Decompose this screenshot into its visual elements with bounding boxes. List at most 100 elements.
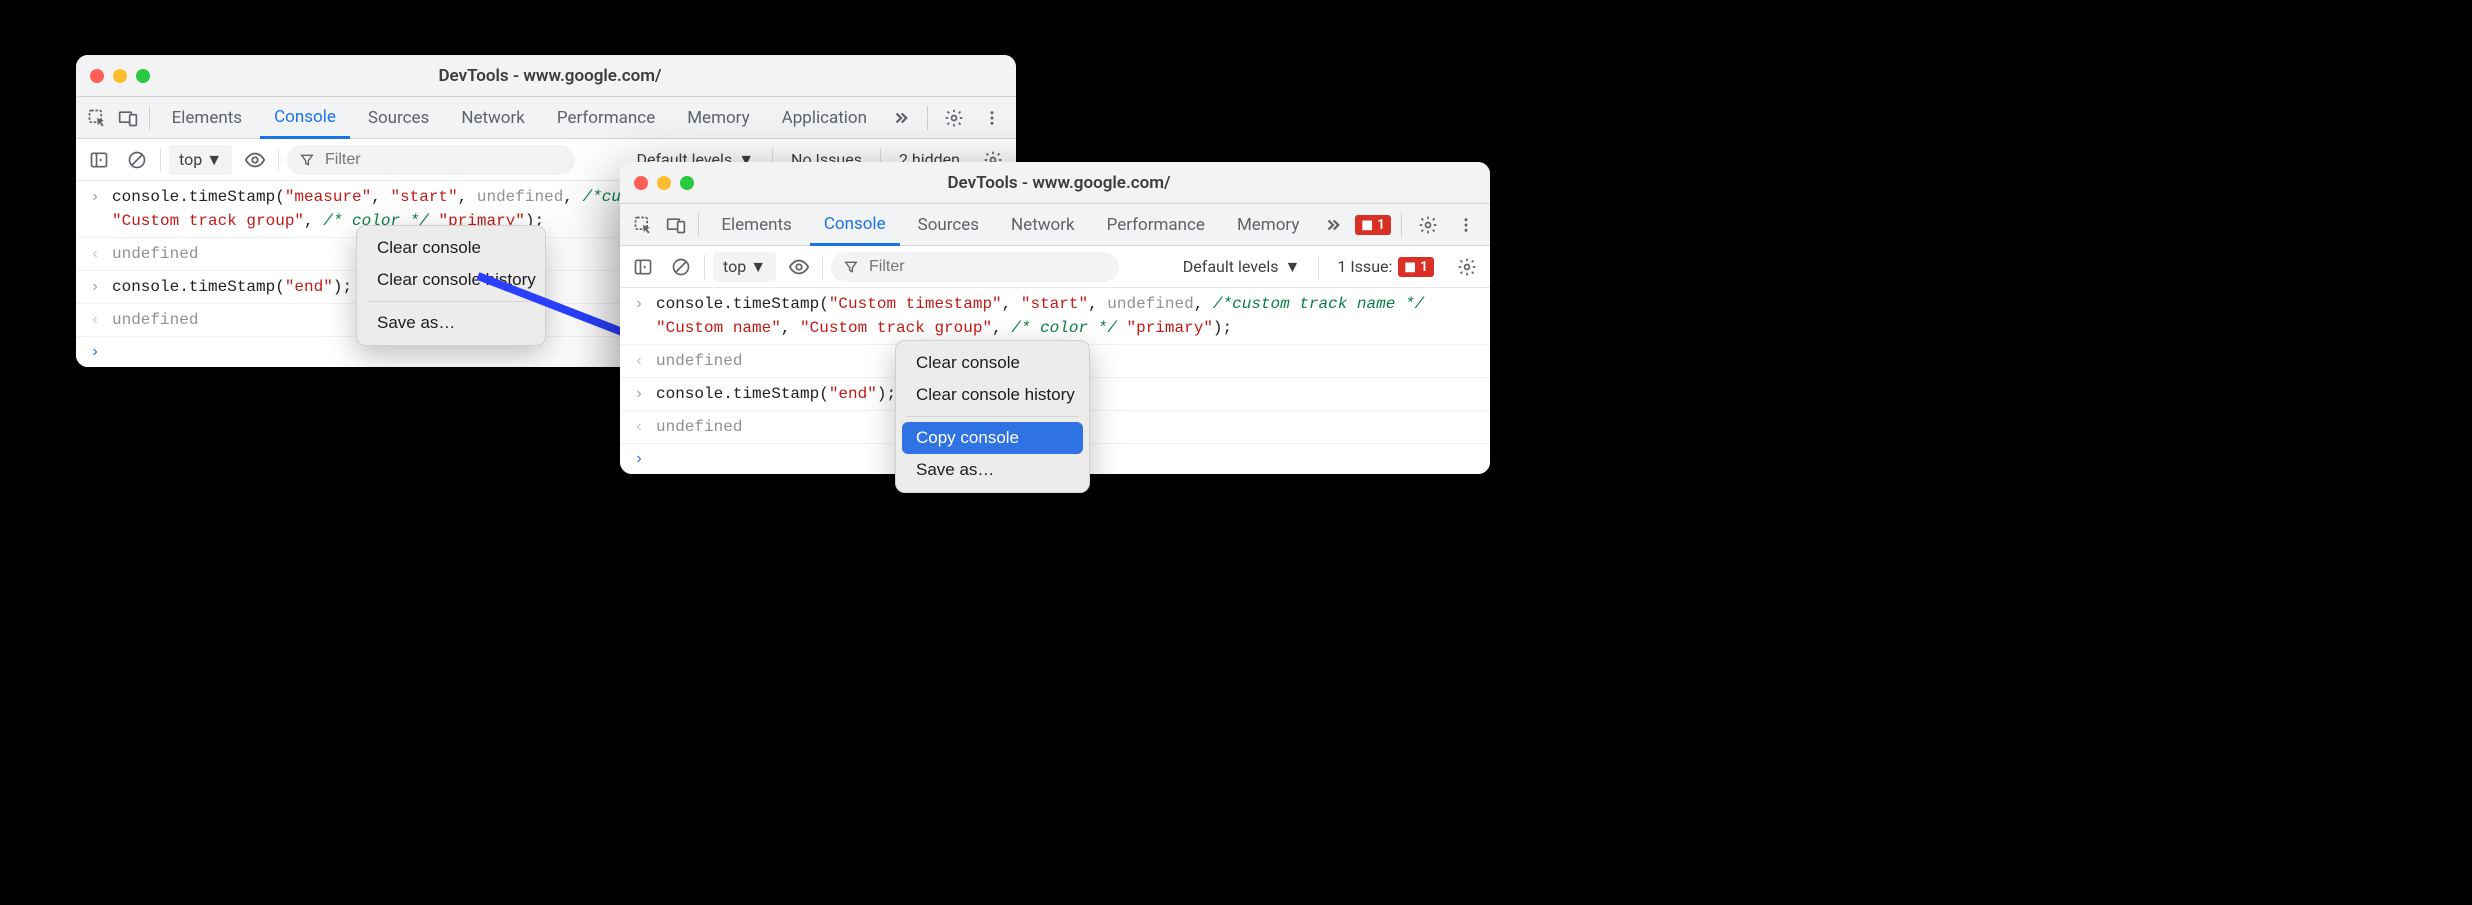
separator	[1401, 213, 1402, 237]
menu-save-as[interactable]: Save as…	[902, 454, 1083, 486]
context-selector[interactable]: top ▼	[713, 252, 776, 282]
tab-performance[interactable]: Performance	[1093, 204, 1219, 246]
error-icon: ◼	[1404, 259, 1416, 275]
filter-box[interactable]	[831, 252, 1119, 282]
error-icon: ◼	[1361, 217, 1373, 233]
filter-icon	[843, 259, 859, 275]
inspect-icon[interactable]	[84, 102, 110, 134]
console-context-menu: Clear console Clear console history Copy…	[895, 340, 1090, 493]
levels-label: Default levels	[1183, 257, 1279, 276]
output-marker-icon	[632, 415, 646, 439]
menu-separator	[367, 301, 535, 302]
devtools-window-right: DevTools - www.google.com/ Elements Cons…	[620, 162, 1490, 474]
context-label: top	[723, 257, 746, 276]
log-levels-selector[interactable]: Default levels ▼	[1173, 252, 1311, 282]
chevron-down-icon: ▼	[1285, 257, 1301, 277]
devtools-tabbar: Elements Console Sources Network Perform…	[76, 97, 1016, 139]
more-tabs-icon[interactable]	[1317, 209, 1349, 241]
menu-clear-console[interactable]: Clear console	[363, 232, 539, 264]
tab-elements[interactable]: Elements	[707, 204, 805, 246]
close-window-icon[interactable]	[634, 176, 648, 190]
menu-clear-console[interactable]: Clear console	[902, 347, 1083, 379]
separator	[704, 255, 705, 279]
settings-icon[interactable]	[1412, 209, 1444, 241]
window-titlebar: DevTools - www.google.com/	[76, 55, 1016, 97]
tab-network[interactable]: Network	[997, 204, 1089, 246]
menu-clear-history[interactable]: Clear console history	[902, 379, 1083, 411]
filter-box[interactable]	[287, 145, 575, 175]
filter-input[interactable]	[323, 150, 563, 170]
tab-sources[interactable]: Sources	[354, 97, 443, 139]
separator	[927, 106, 928, 130]
tab-performance[interactable]: Performance	[543, 97, 669, 139]
device-toggle-icon[interactable]	[114, 102, 140, 134]
clear-console-icon[interactable]	[666, 252, 696, 282]
zoom-window-icon[interactable]	[680, 176, 694, 190]
log-text: console.timeStamp("Custom timestamp", "s…	[656, 292, 1478, 340]
output-marker-icon	[88, 242, 102, 266]
sidebar-toggle-icon[interactable]	[628, 252, 658, 282]
log-entry[interactable]: console.timeStamp("Custom timestamp", "s…	[620, 288, 1490, 345]
output-marker-icon	[88, 308, 102, 332]
close-window-icon[interactable]	[90, 69, 104, 83]
filter-input[interactable]	[867, 257, 1107, 277]
input-marker-icon	[88, 185, 102, 209]
tab-network[interactable]: Network	[447, 97, 539, 139]
tab-console[interactable]: Console	[260, 97, 350, 139]
sidebar-toggle-icon[interactable]	[84, 145, 114, 175]
zoom-window-icon[interactable]	[136, 69, 150, 83]
window-titlebar: DevTools - www.google.com/	[620, 162, 1490, 204]
tab-console[interactable]: Console	[810, 204, 900, 246]
menu-save-as[interactable]: Save as…	[363, 307, 539, 339]
traffic-lights	[90, 69, 150, 83]
tab-elements[interactable]: Elements	[158, 97, 256, 139]
issues-counter[interactable]: 1 Issue: ◼ 1	[1327, 252, 1444, 282]
traffic-lights	[634, 176, 694, 190]
separator	[160, 148, 161, 172]
issues-label: 1 Issue:	[1337, 257, 1392, 276]
live-expression-icon[interactable]	[240, 145, 270, 175]
window-title: DevTools - www.google.com/	[150, 66, 950, 86]
output-marker-icon	[632, 349, 646, 373]
console-toolbar: top ▼ Default levels ▼ 1 Issue: ◼ 1	[620, 246, 1490, 288]
prompt-marker-icon	[88, 343, 102, 361]
issues-badge: ◼ 1	[1398, 257, 1434, 277]
separator	[698, 213, 699, 237]
tab-application[interactable]: Application	[768, 97, 881, 139]
devtools-tabbar: Elements Console Sources Network Perform…	[620, 204, 1490, 246]
device-toggle-icon[interactable]	[661, 209, 690, 241]
menu-separator	[906, 416, 1079, 417]
inspect-icon[interactable]	[628, 209, 657, 241]
more-tabs-icon[interactable]	[885, 102, 917, 134]
kebab-menu-icon[interactable]	[976, 102, 1008, 134]
context-label: top	[179, 150, 202, 169]
clear-console-icon[interactable]	[122, 145, 152, 175]
separator	[278, 148, 279, 172]
menu-copy-console[interactable]: Copy console	[902, 422, 1083, 454]
separator	[1318, 255, 1319, 279]
console-context-menu: Clear console Clear console history Save…	[356, 225, 546, 346]
context-selector[interactable]: top ▼	[169, 145, 232, 175]
chevron-down-icon: ▼	[750, 257, 766, 277]
error-badge[interactable]: ◼ 1	[1355, 215, 1391, 235]
menu-clear-history[interactable]: Clear console history	[363, 264, 539, 296]
error-count: 1	[1377, 217, 1385, 233]
issues-count: 1	[1420, 259, 1428, 275]
input-marker-icon	[88, 275, 102, 299]
live-expression-icon[interactable]	[784, 252, 814, 282]
chevron-down-icon: ▼	[206, 150, 222, 170]
prompt-marker-icon	[632, 450, 646, 468]
tab-memory[interactable]: Memory	[673, 97, 763, 139]
kebab-menu-icon[interactable]	[1450, 209, 1482, 241]
console-settings-icon[interactable]	[1452, 252, 1482, 282]
window-title: DevTools - www.google.com/	[694, 173, 1424, 193]
minimize-window-icon[interactable]	[113, 69, 127, 83]
input-marker-icon	[632, 382, 646, 406]
minimize-window-icon[interactable]	[657, 176, 671, 190]
tab-sources[interactable]: Sources	[904, 204, 993, 246]
settings-icon[interactable]	[938, 102, 970, 134]
tab-memory[interactable]: Memory	[1223, 204, 1313, 246]
input-marker-icon	[632, 292, 646, 316]
separator	[149, 106, 150, 130]
separator	[822, 255, 823, 279]
